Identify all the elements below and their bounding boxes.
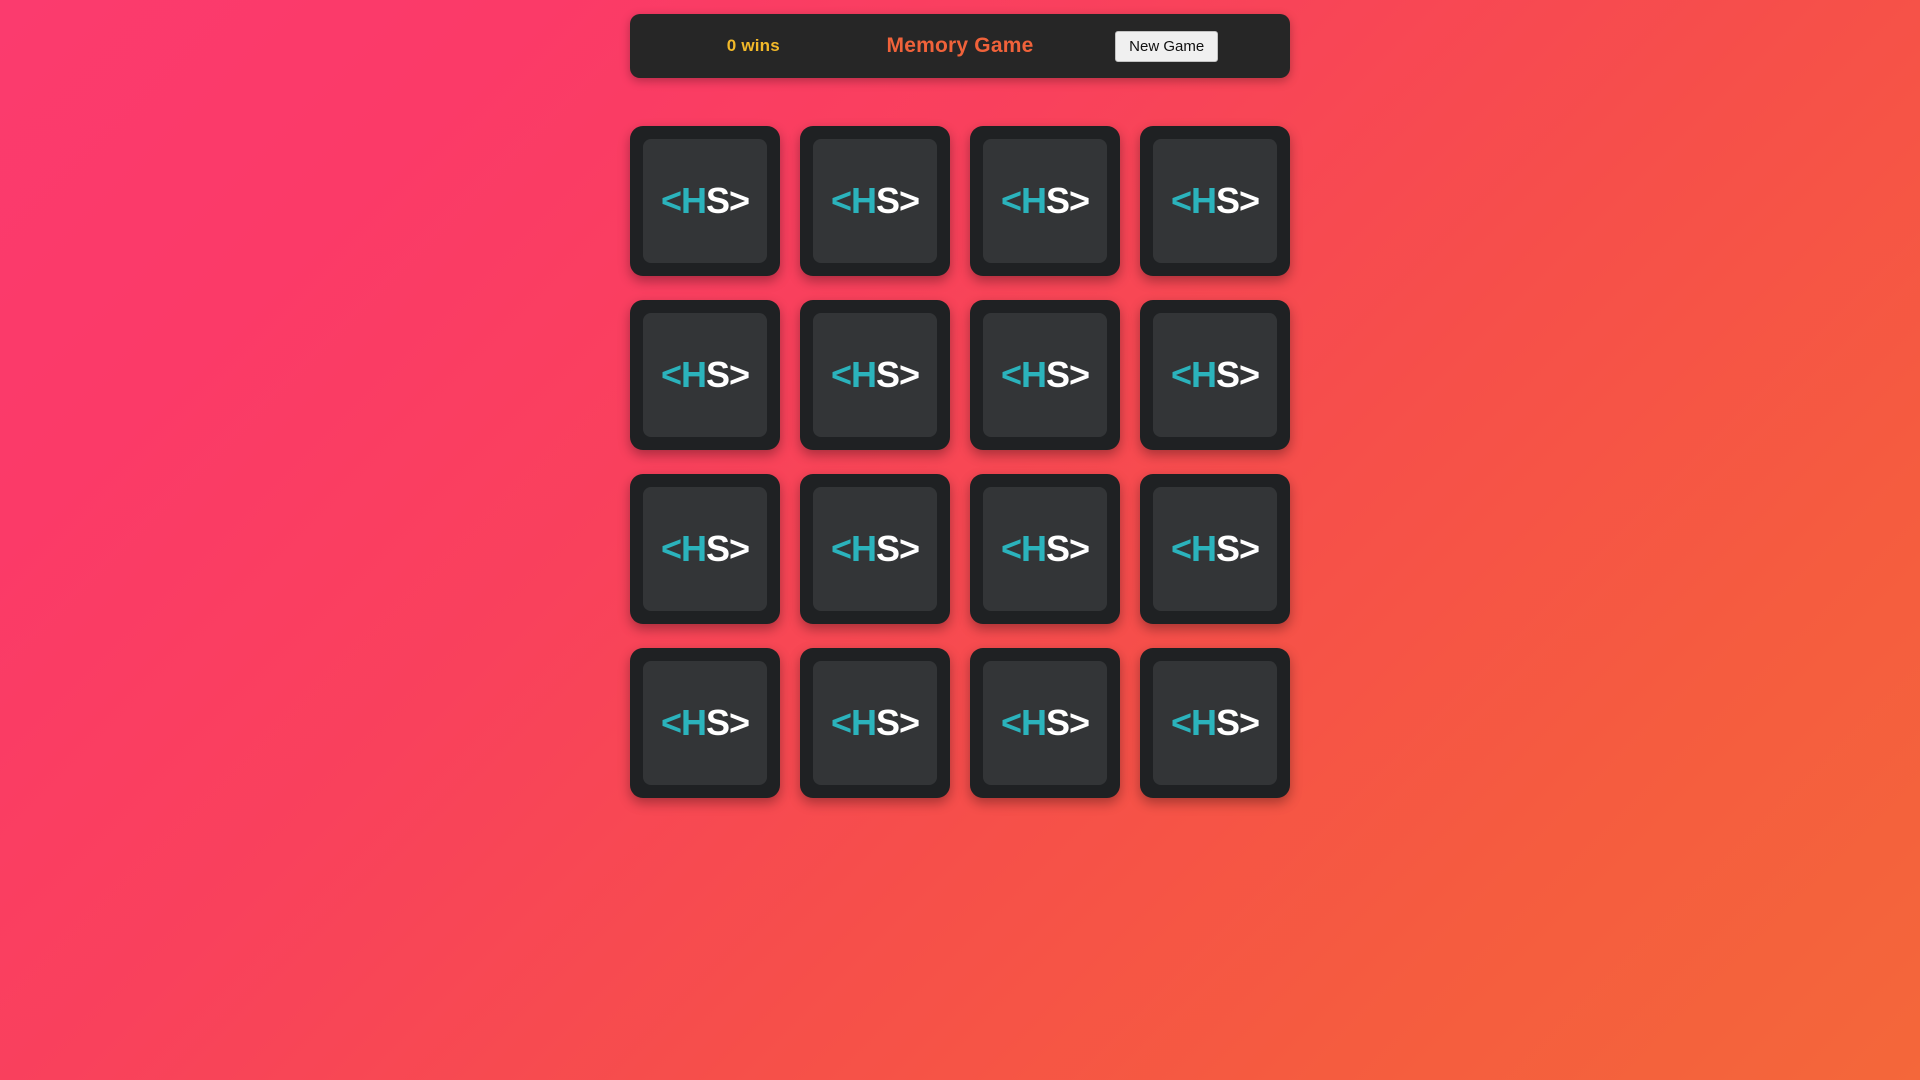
hs-logo-open: <H bbox=[1170, 354, 1217, 395]
memory-card[interactable]: <HS> bbox=[1140, 126, 1290, 276]
hs-logo: <HS> bbox=[1000, 180, 1090, 221]
hs-logo: <HS> bbox=[830, 528, 920, 569]
card-back-face: <HS> bbox=[1153, 139, 1277, 263]
hs-logo-close: S> bbox=[875, 180, 920, 221]
hs-logo-close: S> bbox=[705, 528, 750, 569]
hs-logo-close: S> bbox=[1045, 354, 1090, 395]
hs-logo: <HS> bbox=[1000, 702, 1090, 743]
hs-logo-close: S> bbox=[1045, 702, 1090, 743]
hs-logo-close: S> bbox=[705, 702, 750, 743]
memory-card-grid: <HS> <HS> <HS> <HS> <HS> <HS> <HS> <HS> <HS> <HS>… bbox=[630, 126, 1290, 798]
card-back-face: <HS> bbox=[983, 487, 1107, 611]
card-back-face: <HS> bbox=[813, 661, 937, 785]
hs-logo-open: <H bbox=[1170, 702, 1217, 743]
card-back-face: <HS> bbox=[983, 313, 1107, 437]
memory-card[interactable]: <HS> bbox=[800, 474, 950, 624]
memory-card[interactable]: <HS> bbox=[1140, 474, 1290, 624]
memory-card[interactable]: <HS> bbox=[630, 648, 780, 798]
hs-logo-open: <H bbox=[830, 702, 877, 743]
hs-logo-close: S> bbox=[705, 354, 750, 395]
memory-card[interactable]: <HS> bbox=[630, 474, 780, 624]
hs-logo-close: S> bbox=[1045, 180, 1090, 221]
card-back-face: <HS> bbox=[813, 139, 937, 263]
memory-card[interactable]: <HS> bbox=[630, 300, 780, 450]
card-back-face: <HS> bbox=[1153, 313, 1277, 437]
hs-logo-open: <H bbox=[830, 354, 877, 395]
game-title-container: Memory Game bbox=[857, 34, 1064, 58]
card-back-face: <HS> bbox=[643, 139, 767, 263]
hs-logo-open: <H bbox=[660, 354, 707, 395]
memory-card[interactable]: <HS> bbox=[970, 126, 1120, 276]
memory-card[interactable]: <HS> bbox=[800, 300, 950, 450]
hs-logo-open: <H bbox=[1170, 180, 1217, 221]
hs-logo-close: S> bbox=[875, 354, 920, 395]
memory-card[interactable]: <HS> bbox=[800, 648, 950, 798]
hs-logo: <HS> bbox=[1000, 354, 1090, 395]
card-back-face: <HS> bbox=[983, 139, 1107, 263]
page-title: Memory Game bbox=[886, 34, 1034, 57]
hs-logo-open: <H bbox=[1000, 702, 1047, 743]
hs-logo-close: S> bbox=[1215, 354, 1260, 395]
wins-label: 0 wins bbox=[726, 36, 780, 55]
card-back-face: <HS> bbox=[1153, 661, 1277, 785]
card-back-face: <HS> bbox=[813, 313, 937, 437]
hs-logo: <HS> bbox=[830, 702, 920, 743]
hs-logo-open: <H bbox=[660, 528, 707, 569]
memory-card[interactable]: <HS> bbox=[800, 126, 950, 276]
new-game-button[interactable]: New Game bbox=[1115, 30, 1219, 62]
memory-card[interactable]: <HS> bbox=[970, 474, 1120, 624]
hs-logo-open: <H bbox=[660, 180, 707, 221]
memory-card[interactable]: <HS> bbox=[1140, 300, 1290, 450]
hs-logo-close: S> bbox=[875, 702, 920, 743]
hs-logo-open: <H bbox=[830, 528, 877, 569]
card-back-face: <HS> bbox=[813, 487, 937, 611]
hs-logo: <HS> bbox=[1170, 354, 1260, 395]
hs-logo: <HS> bbox=[1170, 702, 1260, 743]
hs-logo-open: <H bbox=[1000, 528, 1047, 569]
hs-logo: <HS> bbox=[1000, 528, 1090, 569]
hs-logo-close: S> bbox=[1215, 180, 1260, 221]
hs-logo-close: S> bbox=[1215, 528, 1260, 569]
hs-logo: <HS> bbox=[660, 180, 750, 221]
card-back-face: <HS> bbox=[643, 661, 767, 785]
wins-counter: 0 wins bbox=[650, 36, 857, 56]
hs-logo-close: S> bbox=[1215, 702, 1260, 743]
hs-logo-open: <H bbox=[830, 180, 877, 221]
hs-logo: <HS> bbox=[660, 528, 750, 569]
hs-logo-open: <H bbox=[1000, 354, 1047, 395]
card-back-face: <HS> bbox=[643, 313, 767, 437]
hs-logo: <HS> bbox=[830, 180, 920, 221]
hs-logo: <HS> bbox=[1170, 180, 1260, 221]
memory-card[interactable]: <HS> bbox=[970, 300, 1120, 450]
hs-logo: <HS> bbox=[660, 702, 750, 743]
hs-logo-open: <H bbox=[1000, 180, 1047, 221]
memory-card[interactable]: <HS> bbox=[970, 648, 1120, 798]
new-game-container: New Game bbox=[1063, 30, 1270, 62]
card-back-face: <HS> bbox=[643, 487, 767, 611]
card-back-face: <HS> bbox=[1153, 487, 1277, 611]
hs-logo-close: S> bbox=[1045, 528, 1090, 569]
memory-card[interactable]: <HS> bbox=[1140, 648, 1290, 798]
hs-logo-open: <H bbox=[660, 702, 707, 743]
hs-logo: <HS> bbox=[1170, 528, 1260, 569]
hs-logo: <HS> bbox=[660, 354, 750, 395]
hs-logo: <HS> bbox=[830, 354, 920, 395]
hs-logo-close: S> bbox=[875, 528, 920, 569]
memory-card[interactable]: <HS> bbox=[630, 126, 780, 276]
hs-logo-open: <H bbox=[1170, 528, 1217, 569]
game-header-bar: 0 wins Memory Game New Game bbox=[630, 14, 1290, 78]
memory-game-app: 0 wins Memory Game New Game <HS> <HS> <HS>… bbox=[0, 0, 1920, 1080]
hs-logo-close: S> bbox=[705, 180, 750, 221]
card-back-face: <HS> bbox=[983, 661, 1107, 785]
